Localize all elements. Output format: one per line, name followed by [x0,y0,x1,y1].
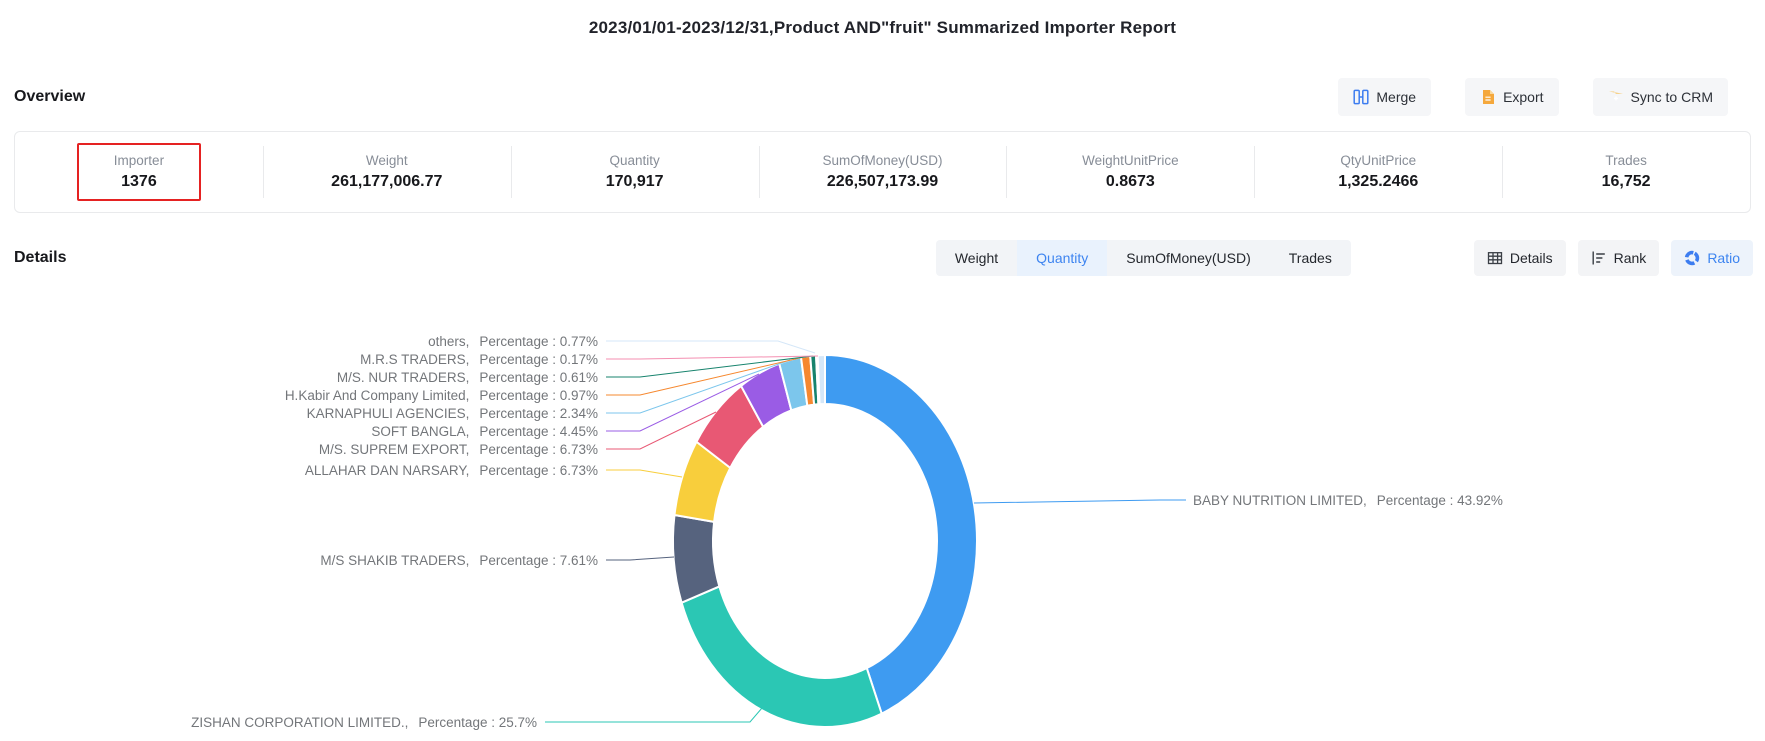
details-controls: Weight Quantity SumOfMoney(USD) Trades D… [936,240,1753,276]
stat-label: WeightUnitPrice [1082,153,1179,168]
ratio-chart-area: BABY NUTRITION LIMITED,Percentage : 43.9… [0,280,1765,741]
pie-label: M/S. NUR TRADERS,Percentage : 0.61% [337,370,598,385]
pie-label: KARNAPHULI AGENCIES,Percentage : 2.34% [307,406,598,421]
export-document-icon [1480,89,1496,105]
pie-label: ZISHAN CORPORATION LIMITED.,Percentage :… [191,715,537,730]
rank-view-button[interactable]: Rank [1578,240,1660,276]
stat-card-quantity: Quantity 170,917 [511,132,759,212]
overview-header-row: Overview Merge Export Sync to CRM [14,76,1728,118]
pie-slice[interactable] [825,355,977,714]
details-view-button[interactable]: Details [1474,240,1566,276]
label-line [606,557,674,560]
pie-label: others,Percentage : 0.77% [428,334,598,349]
label-line [606,341,815,353]
stat-value: 226,507,173.99 [827,173,938,191]
stat-label: Trades [1605,153,1647,168]
tab-weight[interactable]: Weight [936,240,1017,276]
donut-chart-icon [1684,250,1700,266]
tab-quantity[interactable]: Quantity [1017,240,1107,276]
label-line [974,500,1186,503]
merge-button-label: Merge [1376,89,1416,105]
pie-slice[interactable] [682,586,882,727]
stat-card-trades: Trades 16,752 [1502,132,1750,212]
stat-value: 0.8673 [1106,173,1155,191]
stat-value: 16,752 [1602,173,1651,191]
rank-list-icon [1591,250,1607,266]
overview-stats-bar: Importer 1376 Weight 261,177,006.77 Quan… [14,131,1751,213]
pie-slice[interactable] [673,515,719,603]
label-line [606,356,818,359]
stat-value: 1,325.2466 [1338,173,1418,191]
tab-sum-of-money[interactable]: SumOfMoney(USD) [1107,240,1269,276]
stat-label: Weight [366,153,408,168]
stat-card-qty-unit-price: QtyUnitPrice 1,325.2466 [1254,132,1502,212]
stat-value: 1376 [121,173,157,191]
stat-card-weight: Weight 261,177,006.77 [263,132,511,212]
stat-card-importer: Importer 1376 [15,132,263,212]
details-header-row: Details Weight Quantity SumOfMoney(USD) … [14,240,1753,276]
stat-label: SumOfMoney(USD) [822,153,942,168]
ratio-view-label: Ratio [1707,250,1740,266]
sync-to-crm-button-label: Sync to CRM [1631,89,1713,105]
metric-tab-group: Weight Quantity SumOfMoney(USD) Trades [936,240,1351,276]
pie-label: M/S. SUPREM EXPORT,Percentage : 6.73% [319,442,598,457]
importer-highlight-box [77,143,201,201]
pie-label: ALLAHAR DAN NARSARY,Percentage : 6.73% [305,463,598,478]
stat-value: 170,917 [606,173,664,191]
details-heading: Details [14,249,66,267]
sync-to-crm-button[interactable]: Sync to CRM [1593,78,1728,116]
table-icon [1487,250,1503,266]
export-button-label: Export [1503,89,1543,105]
overview-heading: Overview [14,88,85,106]
pie-slice[interactable] [818,355,825,404]
pie-label: M.R.S TRADERS,Percentage : 0.17% [360,352,598,367]
stat-label: Importer [114,153,164,168]
details-view-label: Details [1510,250,1553,266]
importer-ratio-donut-chart: BABY NUTRITION LIMITED,Percentage : 43.9… [0,280,1765,741]
view-button-group: Details Rank Ratio [1474,240,1753,276]
report-title-bar: 2023/01/01-2023/12/31,Product AND"fruit"… [0,18,1765,38]
merge-icon [1353,89,1369,105]
pie-label: BABY NUTRITION LIMITED,Percentage : 43.9… [1193,493,1503,508]
stat-card-sum-of-money: SumOfMoney(USD) 226,507,173.99 [759,132,1007,212]
rank-view-label: Rank [1614,250,1647,266]
sync-folder-icon [1608,89,1624,105]
stat-label: Quantity [610,153,660,168]
label-line [545,708,762,722]
pie-label: M/S SHAKIB TRADERS,Percentage : 7.61% [320,553,598,568]
tab-trades[interactable]: Trades [1270,240,1351,276]
export-button[interactable]: Export [1465,78,1558,116]
label-line [606,470,682,477]
ratio-view-button[interactable]: Ratio [1671,240,1753,276]
overview-actions: Merge Export Sync to CRM [1338,78,1728,116]
merge-button[interactable]: Merge [1338,78,1431,116]
pie-label: SOFT BANGLA,Percentage : 4.45% [371,424,598,439]
stat-value: 261,177,006.77 [331,173,442,191]
page-title: 2023/01/01-2023/12/31,Product AND"fruit"… [0,18,1765,38]
stat-card-weight-unit-price: WeightUnitPrice 0.8673 [1006,132,1254,212]
stat-label: QtyUnitPrice [1340,153,1416,168]
pie-label: H.Kabir And Company Limited,Percentage :… [285,388,598,403]
